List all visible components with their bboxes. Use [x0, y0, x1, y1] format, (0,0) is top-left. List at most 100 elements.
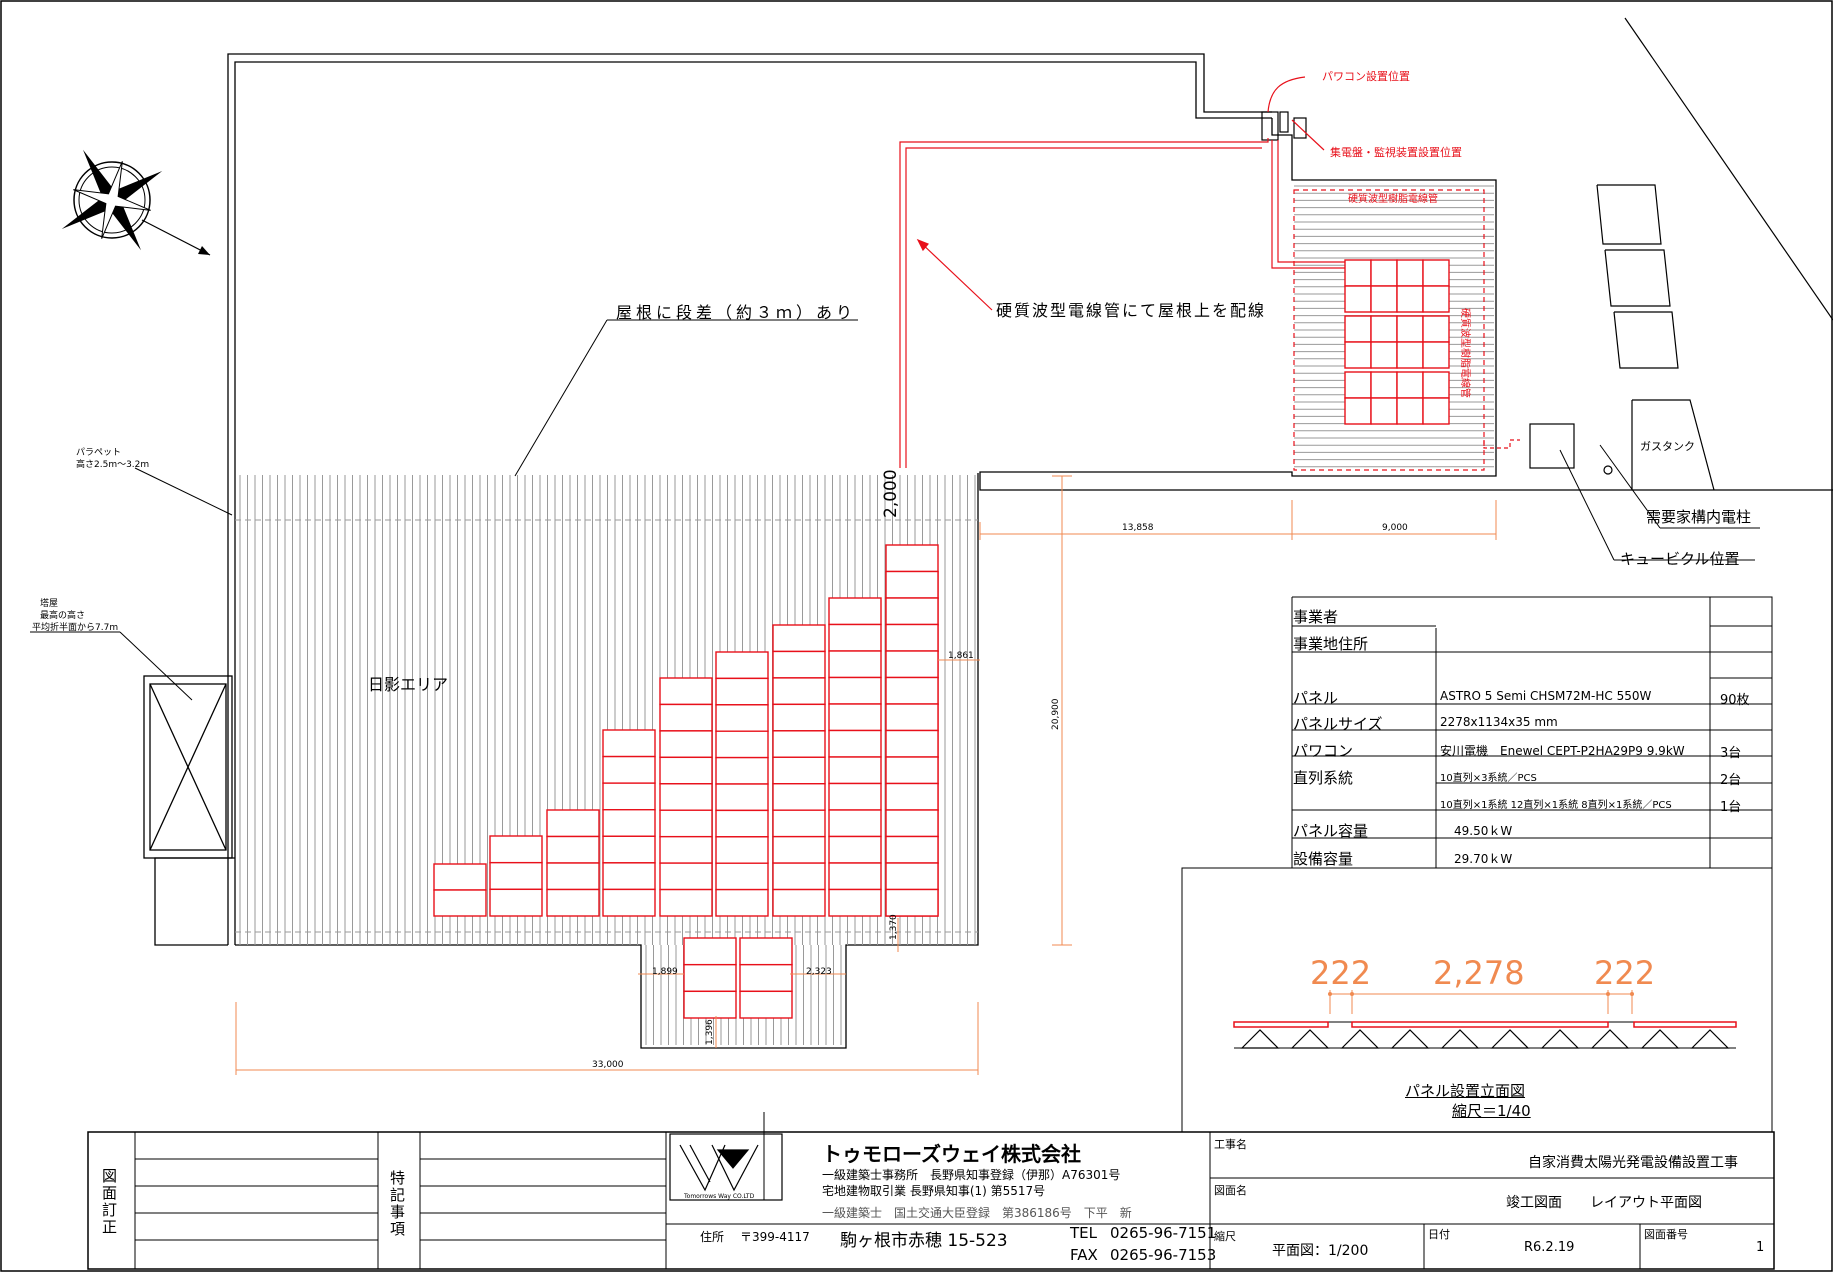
- solar-panel: [602, 755, 656, 784]
- solar-panel: [715, 783, 769, 812]
- solar-panel: [1344, 397, 1372, 425]
- date-label: 日付: [1428, 1228, 1450, 1241]
- solar-panel: [659, 756, 713, 785]
- solar-panel: [1370, 285, 1398, 313]
- solar-panel: [772, 862, 826, 891]
- solar-panel: [602, 835, 656, 864]
- spec-label: 事業者: [1293, 608, 1339, 626]
- spec-label: 直列系統: [1293, 769, 1354, 787]
- solar-panel: [1370, 341, 1398, 369]
- company-name: トゥモローズウェイ株式会社: [822, 1142, 1081, 1166]
- solar-panel: [546, 835, 600, 864]
- solar-panel: [1370, 315, 1398, 343]
- solar-panel: [828, 809, 882, 838]
- spec-qty: 2台: [1720, 773, 1742, 788]
- monitor-position-label: 集電盤・監視装置設置位置: [1330, 145, 1462, 159]
- elev-title: パネル設置立面図: [1405, 1082, 1526, 1100]
- spec-value: 49.50ｋW: [1454, 824, 1513, 838]
- solar-panel: [715, 888, 769, 917]
- cubicle-label: キュービクル位置: [1620, 550, 1740, 568]
- solar-panel: [885, 544, 939, 573]
- solar-panel: [772, 650, 826, 679]
- solar-panel: [885, 676, 939, 705]
- solar-panel: [1344, 285, 1372, 313]
- shadow-area-label: 日影エリア: [368, 675, 448, 694]
- solar-panel: [1396, 315, 1424, 343]
- dim-1370: 1,370: [889, 914, 899, 940]
- dim-20900: 20,900: [1051, 698, 1061, 730]
- spec-label: 事業地住所: [1293, 635, 1369, 653]
- spec-value: 10直列×3系統／PCS: [1440, 773, 1537, 784]
- dim-2323: 2,323: [806, 967, 832, 977]
- solar-panel: [772, 730, 826, 758]
- dim-13858: 13,858: [1122, 523, 1154, 533]
- spec-qty: 1台: [1720, 800, 1742, 815]
- solar-panel: [715, 730, 769, 759]
- solar-panel: [659, 862, 713, 891]
- solar-panel: [659, 783, 713, 811]
- layout-drawing: 屋根に段差（約３ｍ）あり 硬質波型電線管にて屋根上を配線 パワコン設置位置 集電…: [0, 0, 1833, 1272]
- solar-panel: [1422, 259, 1450, 287]
- solar-panel: [1370, 397, 1398, 425]
- spec-label: パネル: [1293, 689, 1339, 707]
- solar-panel: [1396, 259, 1424, 287]
- spec-value: 安川電機 Enewel CEPT-P2HA29P9 9.9kW: [1440, 744, 1685, 758]
- solar-panel: [828, 835, 882, 864]
- solar-panel: [828, 623, 882, 652]
- solar-panel: [772, 888, 826, 917]
- company-logo: Tomorrows Way CO.LTD: [669, 1133, 783, 1201]
- solar-panel: [489, 835, 543, 864]
- solar-panel: [885, 835, 939, 864]
- building-outline: [154, 53, 1833, 1049]
- registration-realestate: 宅地建物取引業 長野県知事(1) 第5517号: [822, 1184, 1046, 1198]
- tower-height-label: 最高の高さ: [40, 609, 85, 621]
- solar-panel: [1396, 397, 1424, 425]
- drawing-number: 1: [1756, 1240, 1765, 1255]
- fax-label: FAX: [1070, 1246, 1098, 1264]
- solar-panel: [828, 729, 882, 758]
- conduit-label-side: 硬質波型樹脂電線管: [1459, 308, 1472, 398]
- solar-panel: [828, 597, 882, 626]
- solar-panel: [739, 963, 793, 993]
- solar-panel: [715, 677, 769, 706]
- solar-panel: [715, 836, 769, 864]
- solar-panel: [1396, 285, 1424, 313]
- solar-panel: [546, 809, 600, 838]
- solar-panel: [433, 889, 487, 917]
- spec-label: パネル容量: [1293, 822, 1369, 840]
- solar-panel: [885, 888, 939, 917]
- dim-2000: 2,000: [881, 469, 901, 518]
- drawing-name-label: 図面名: [1214, 1184, 1247, 1197]
- solar-panel: [739, 990, 793, 1019]
- address: 駒ヶ根市赤穂 15-523: [840, 1231, 1008, 1251]
- tower-height-value: 平均折半面から7.7m: [32, 621, 118, 633]
- tel-label: TEL: [1070, 1224, 1097, 1242]
- solar-panel: [828, 676, 882, 705]
- solar-panel: [772, 677, 826, 706]
- solar-panel: [1422, 341, 1450, 369]
- solar-panel: [659, 888, 713, 917]
- dim-1861: 1,861: [948, 651, 974, 661]
- solar-panel: [885, 782, 939, 811]
- conduit-note: 硬質波型電線管にて屋根上を配線: [996, 301, 1266, 320]
- solar-panel: [772, 835, 826, 864]
- solar-panel: [602, 809, 656, 837]
- svg-text:Tomorrows Way CO.LTD: Tomorrows Way CO.LTD: [683, 1193, 755, 1200]
- spec-value: 10直列×1系統 12直列×1系統 8直列×1系統／PCS: [1440, 800, 1672, 811]
- dim-1899: 1,899: [652, 967, 678, 977]
- solar-panel: [1422, 285, 1450, 313]
- drawing-number-label: 図面番号: [1644, 1228, 1688, 1241]
- tower-label: 塔屋: [40, 597, 58, 609]
- registration-architect: 一級建築士事務所 長野県知事登録（伊那）A76301号: [822, 1168, 1121, 1182]
- solar-panel: [489, 888, 543, 917]
- project-name-label: 工事名: [1214, 1138, 1247, 1151]
- solar-panel: [1370, 371, 1398, 399]
- elev-dim-right: 222: [1594, 954, 1656, 992]
- solar-panel: [715, 862, 769, 891]
- solar-panel: [828, 703, 882, 732]
- solar-panel: [602, 862, 656, 891]
- solar-panel: [828, 756, 882, 785]
- compass-icon: [61, 149, 211, 256]
- elev-dim-mid: 2,278: [1433, 954, 1525, 992]
- solar-panel: [1344, 259, 1372, 287]
